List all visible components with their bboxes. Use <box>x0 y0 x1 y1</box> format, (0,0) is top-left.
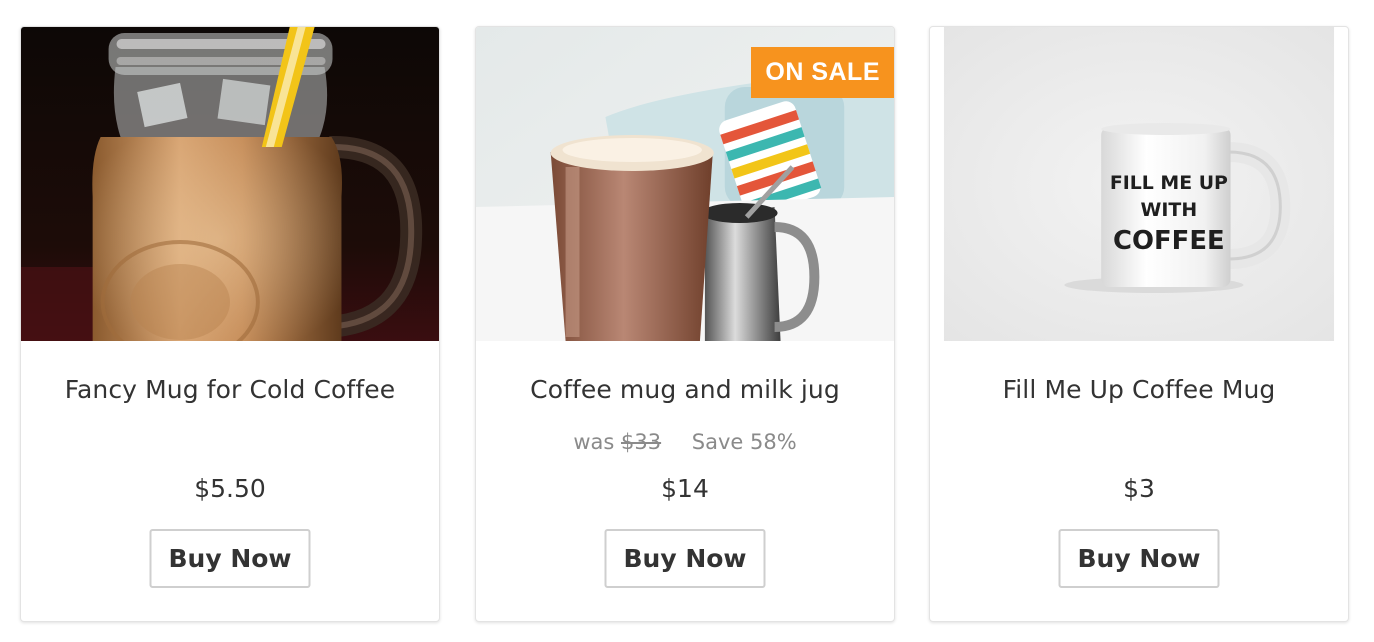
product-card: Fancy Mug for Cold Coffee $5.50 Buy Now <box>20 26 440 622</box>
product-image-fill-me-up-mug[interactable]: FILL ME UP WITH COFFEE <box>930 27 1348 341</box>
product-card: ON SALE Coffee mug and milk jug was $33 … <box>475 26 895 622</box>
product-image-coffee-mug-and-milk-jug[interactable]: ON SALE <box>476 27 894 341</box>
sale-info: was $33 Save 58% <box>476 430 894 454</box>
product-price: $5.50 <box>194 474 266 503</box>
product-price: $14 <box>661 474 709 503</box>
product-title[interactable]: Fancy Mug for Cold Coffee <box>21 375 439 404</box>
was-label: was <box>573 430 615 454</box>
original-price: $33 <box>621 430 662 454</box>
on-sale-badge: ON SALE <box>751 47 894 98</box>
buy-now-button[interactable]: Buy Now <box>604 529 766 588</box>
product-price: $3 <box>1123 474 1155 503</box>
mug-print-line-1: FILL ME UP <box>1110 172 1228 194</box>
buy-now-button[interactable]: Buy Now <box>149 529 311 588</box>
product-grid: Fancy Mug for Cold Coffee $5.50 Buy Now <box>0 0 1374 642</box>
product-title[interactable]: Coffee mug and milk jug <box>476 375 894 404</box>
mug-print-line-2: WITH <box>1141 199 1198 221</box>
discount-text: Save 58% <box>691 430 797 454</box>
product-title[interactable]: Fill Me Up Coffee Mug <box>930 375 1348 404</box>
product-card: FILL ME UP WITH COFFEE Fill Me Up Coffee… <box>929 26 1349 622</box>
product-image-iced-coffee-jar[interactable] <box>21 27 439 341</box>
buy-now-button[interactable]: Buy Now <box>1058 529 1220 588</box>
mug-print-line-3: COFFEE <box>1113 226 1225 256</box>
